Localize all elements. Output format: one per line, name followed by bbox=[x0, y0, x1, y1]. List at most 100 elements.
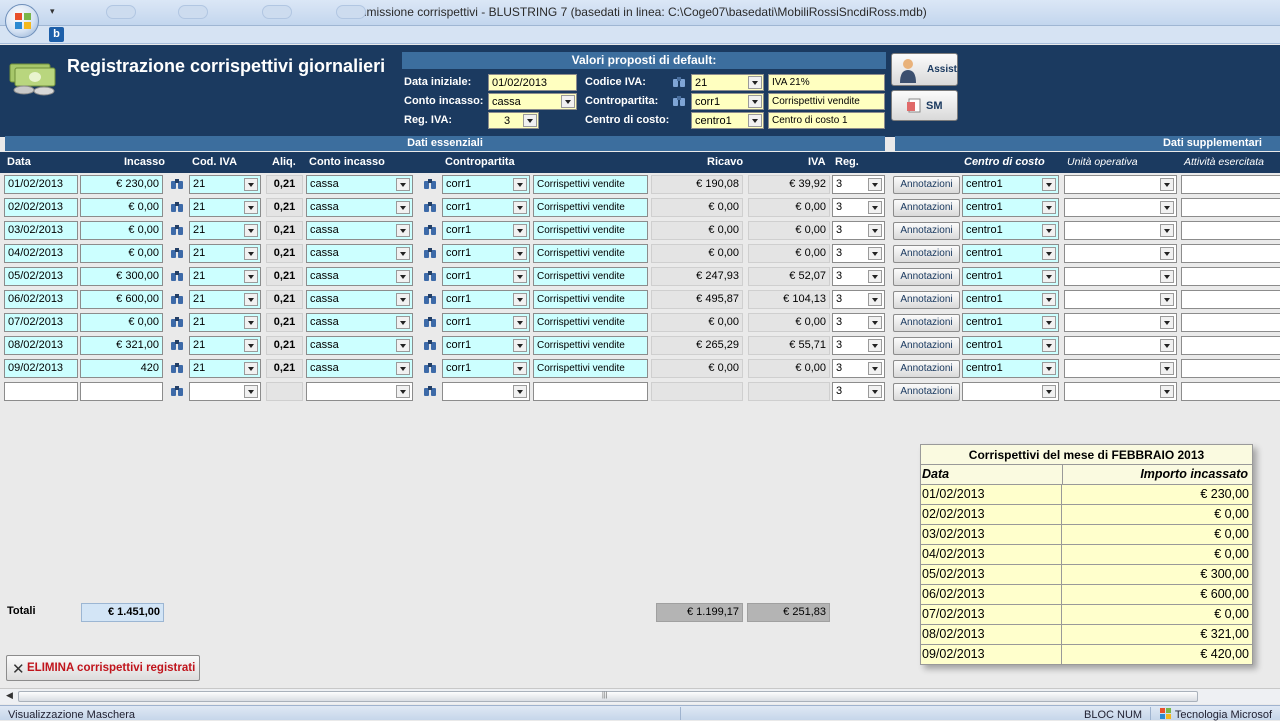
chevron-down-icon[interactable] bbox=[1160, 270, 1174, 283]
cod-iva-combo[interactable]: 21 bbox=[189, 198, 261, 217]
delete-registrations-button[interactable]: ✕ ELIMINA corrispettivi registrati bbox=[6, 655, 200, 681]
binoculars-icon[interactable] bbox=[423, 201, 437, 213]
reg-iva-combo[interactable]: 3 bbox=[488, 112, 539, 129]
chevron-down-icon[interactable] bbox=[244, 316, 258, 329]
chevron-down-icon[interactable] bbox=[1042, 270, 1056, 283]
binoculars-icon[interactable] bbox=[170, 339, 184, 351]
binoculars-icon[interactable] bbox=[170, 293, 184, 305]
binoculars-icon[interactable] bbox=[423, 224, 437, 236]
chevron-down-icon[interactable] bbox=[1042, 362, 1056, 375]
chevron-down-icon[interactable] bbox=[1042, 178, 1056, 191]
centro-costo-combo[interactable]: centro1 bbox=[962, 359, 1059, 378]
centro-costo-combo[interactable]: centro1 bbox=[962, 221, 1059, 240]
chevron-down-icon[interactable] bbox=[244, 385, 258, 398]
incasso-field[interactable]: € 600,00 bbox=[80, 290, 163, 309]
binoculars-icon[interactable] bbox=[170, 385, 184, 397]
reg-combo[interactable]: 3 bbox=[832, 267, 885, 286]
chevron-down-icon[interactable] bbox=[1042, 224, 1056, 237]
conto-incasso-combo[interactable]: cassa bbox=[306, 175, 413, 194]
chevron-down-icon[interactable] bbox=[513, 247, 527, 260]
ribbon-b-button[interactable]: b bbox=[49, 27, 64, 42]
conto-incasso-combo[interactable]: cassa bbox=[306, 290, 413, 309]
cod-iva-combo[interactable]: 21 bbox=[189, 336, 261, 355]
codice-iva-combo[interactable]: 21 bbox=[691, 74, 764, 91]
chevron-down-icon[interactable] bbox=[396, 339, 410, 352]
chevron-down-icon[interactable] bbox=[396, 385, 410, 398]
unita-operativa-combo[interactable] bbox=[1064, 359, 1177, 378]
binoculars-icon[interactable] bbox=[170, 178, 184, 190]
conto-incasso-combo[interactable]: cassa bbox=[306, 267, 413, 286]
unita-operativa-combo[interactable] bbox=[1064, 244, 1177, 263]
chevron-down-icon[interactable] bbox=[868, 293, 882, 306]
cod-iva-combo[interactable] bbox=[189, 382, 261, 401]
contropartita-combo[interactable]: corr1 bbox=[442, 175, 530, 194]
sm-button[interactable]: SM bbox=[891, 90, 958, 121]
chevron-down-icon[interactable] bbox=[396, 293, 410, 306]
centro-costo-combo[interactable] bbox=[962, 382, 1059, 401]
incasso-field[interactable]: € 230,00 bbox=[80, 175, 163, 194]
cod-iva-combo[interactable]: 21 bbox=[189, 313, 261, 332]
cod-iva-combo[interactable]: 21 bbox=[189, 175, 261, 194]
data-field[interactable]: 06/02/2013 bbox=[4, 290, 78, 309]
binoculars-icon[interactable] bbox=[423, 339, 437, 351]
unita-operativa-combo[interactable] bbox=[1064, 313, 1177, 332]
cod-iva-combo[interactable]: 21 bbox=[189, 290, 261, 309]
data-field[interactable]: 04/02/2013 bbox=[4, 244, 78, 263]
contropartita-combo[interactable] bbox=[442, 382, 530, 401]
conto-incasso-combo[interactable]: cassa bbox=[306, 359, 413, 378]
binoculars-icon[interactable] bbox=[423, 385, 437, 397]
unita-operativa-combo[interactable] bbox=[1064, 336, 1177, 355]
conto-incasso-combo[interactable]: cassa bbox=[306, 313, 413, 332]
incasso-field[interactable] bbox=[80, 382, 163, 401]
annotazioni-button[interactable]: Annotazioni bbox=[893, 268, 960, 286]
chevron-down-icon[interactable] bbox=[868, 316, 882, 329]
chevron-down-icon[interactable] bbox=[1160, 293, 1174, 306]
contropartita-combo[interactable]: corr1 bbox=[442, 221, 530, 240]
contropartita-combo[interactable]: corr1 bbox=[442, 198, 530, 217]
chevron-down-icon[interactable] bbox=[523, 114, 537, 127]
chevron-down-icon[interactable] bbox=[396, 178, 410, 191]
annotazioni-button[interactable]: Annotazioni bbox=[893, 222, 960, 240]
data-field[interactable]: 08/02/2013 bbox=[4, 336, 78, 355]
contropartita-combo[interactable]: corr1 bbox=[442, 267, 530, 286]
data-iniziale-field[interactable]: 01/02/2013 bbox=[488, 74, 577, 91]
data-field[interactable] bbox=[4, 382, 78, 401]
chevron-down-icon[interactable] bbox=[513, 293, 527, 306]
chevron-down-icon[interactable] bbox=[868, 362, 882, 375]
quick-access-dropdown-icon[interactable]: ▾ bbox=[50, 6, 55, 17]
cod-iva-combo[interactable]: 21 bbox=[189, 221, 261, 240]
binoculars-icon[interactable] bbox=[170, 224, 184, 236]
chevron-down-icon[interactable] bbox=[244, 293, 258, 306]
chevron-down-icon[interactable] bbox=[396, 224, 410, 237]
unita-operativa-combo[interactable] bbox=[1064, 175, 1177, 194]
annotazioni-button[interactable]: Annotazioni bbox=[893, 360, 960, 378]
binoculars-icon[interactable] bbox=[423, 247, 437, 259]
unita-operativa-combo[interactable] bbox=[1064, 267, 1177, 286]
reg-combo[interactable]: 3 bbox=[832, 290, 885, 309]
centro-costo-combo[interactable]: centro1 bbox=[962, 244, 1059, 263]
chevron-down-icon[interactable] bbox=[513, 362, 527, 375]
chevron-down-icon[interactable] bbox=[868, 247, 882, 260]
chevron-down-icon[interactable] bbox=[244, 362, 258, 375]
chevron-down-icon[interactable] bbox=[748, 114, 762, 127]
reg-combo[interactable]: 3 bbox=[832, 175, 885, 194]
chevron-down-icon[interactable] bbox=[868, 224, 882, 237]
attivita-field[interactable] bbox=[1181, 313, 1280, 332]
data-field[interactable]: 05/02/2013 bbox=[4, 267, 78, 286]
binoculars-icon[interactable] bbox=[170, 247, 184, 259]
attivita-field[interactable] bbox=[1181, 267, 1280, 286]
attivita-field[interactable] bbox=[1181, 221, 1280, 240]
chevron-down-icon[interactable] bbox=[1042, 385, 1056, 398]
attivita-field[interactable] bbox=[1181, 244, 1280, 263]
chevron-down-icon[interactable] bbox=[1160, 316, 1174, 329]
chevron-down-icon[interactable] bbox=[244, 201, 258, 214]
chevron-down-icon[interactable] bbox=[396, 316, 410, 329]
contropartita-combo[interactable]: corr1 bbox=[442, 244, 530, 263]
chevron-down-icon[interactable] bbox=[1042, 247, 1056, 260]
incasso-field[interactable]: 420 bbox=[80, 359, 163, 378]
centro-costo-combo[interactable]: centro1 bbox=[962, 267, 1059, 286]
contropartita-combo[interactable]: corr1 bbox=[442, 359, 530, 378]
chevron-down-icon[interactable] bbox=[561, 95, 575, 108]
attivita-field[interactable] bbox=[1181, 175, 1280, 194]
binoculars-icon[interactable] bbox=[170, 362, 184, 374]
